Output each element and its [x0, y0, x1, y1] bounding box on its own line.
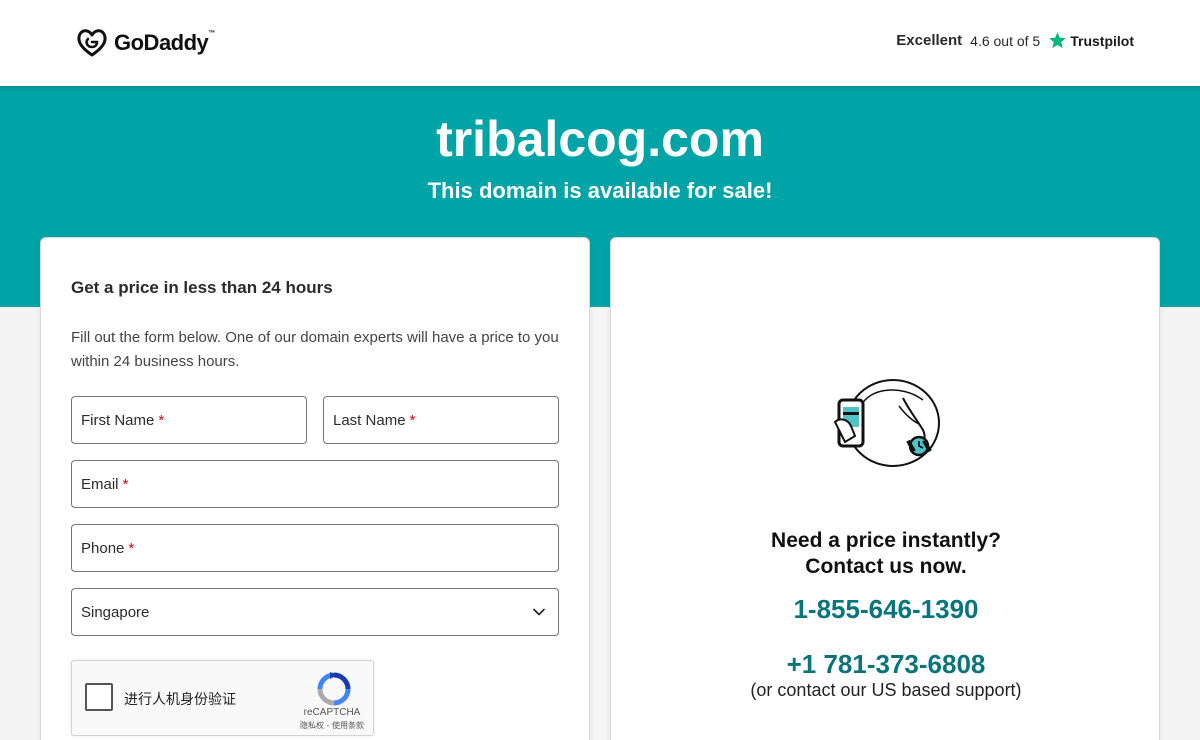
phone-and-clock-illustration-icon — [833, 379, 940, 467]
heading-line-2: Contact us now. — [805, 555, 967, 578]
trustpilot-rating[interactable]: Excellent 4.6 out of 5 Trustpilot — [896, 31, 1134, 50]
trust-rating-word: Excellent — [896, 32, 963, 49]
country-select[interactable]: Singapore — [71, 588, 559, 636]
phone-secondary-link[interactable]: +1 781-373-6808 — [611, 649, 1161, 680]
sale-subtitle: This domain is available for sale! — [427, 178, 773, 203]
chevron-down-icon — [533, 608, 545, 616]
email-label: Email — [81, 475, 119, 493]
form-description: Fill out the form below. One of our doma… — [71, 329, 559, 370]
phone-field[interactable]: Phone * — [71, 524, 559, 572]
trust-score: 4.6 out of 5 — [970, 32, 1041, 49]
star-icon — [1049, 32, 1067, 49]
logo-text: GoDaddy™ — [114, 30, 215, 55]
godaddy-heart-icon — [77, 29, 107, 57]
required-mark: * — [158, 411, 165, 429]
recaptcha-checkbox[interactable] — [85, 683, 113, 711]
instant-price-heading: Need a price instantly? Contact us now. — [611, 528, 1161, 580]
domain-name: tribalcog.com — [436, 111, 764, 167]
last-name-label: Last Name — [333, 411, 406, 429]
heading-line-1: Need a price instantly? — [771, 529, 1001, 552]
required-mark: * — [122, 475, 129, 493]
recaptcha-brand: reCAPTCHA — [303, 707, 361, 718]
contact-card: Need a price instantly? Contact us now. … — [610, 237, 1160, 740]
support-note: (or contact our US based support) — [750, 680, 1022, 700]
required-mark: * — [128, 539, 135, 557]
recaptcha-links[interactable]: 隐私权 - 使用条款 — [292, 720, 372, 731]
recaptcha-label: 进行人机身份验证 — [124, 692, 236, 708]
phone-primary-link[interactable]: 1-855-646-1390 — [611, 594, 1161, 625]
price-request-form-card: Get a price in less than 24 hours Fill o… — [40, 237, 590, 740]
form-title: Get a price in less than 24 hours — [71, 278, 333, 297]
first-name-label: First Name — [81, 411, 155, 429]
recaptcha-icon — [317, 672, 351, 706]
recaptcha-widget: 进行人机身份验证 reCAPTCHA 隐私权 - 使用条款 — [71, 660, 374, 736]
phone-label: Phone — [81, 539, 125, 557]
last-name-field[interactable]: Last Name * — [323, 396, 559, 444]
required-mark: * — [409, 411, 416, 429]
trustpilot-brand: Trustpilot — [1048, 31, 1134, 50]
first-name-field[interactable]: First Name * — [71, 396, 307, 444]
trustpilot-label: Trustpilot — [1070, 32, 1134, 49]
top-bar: GoDaddy™ Excellent 4.6 out of 5 Trustpil… — [0, 0, 1200, 86]
godaddy-logo[interactable]: GoDaddy™ — [76, 28, 215, 58]
email-field[interactable]: Email * — [71, 460, 559, 508]
country-selected-value: Singapore — [81, 603, 150, 621]
